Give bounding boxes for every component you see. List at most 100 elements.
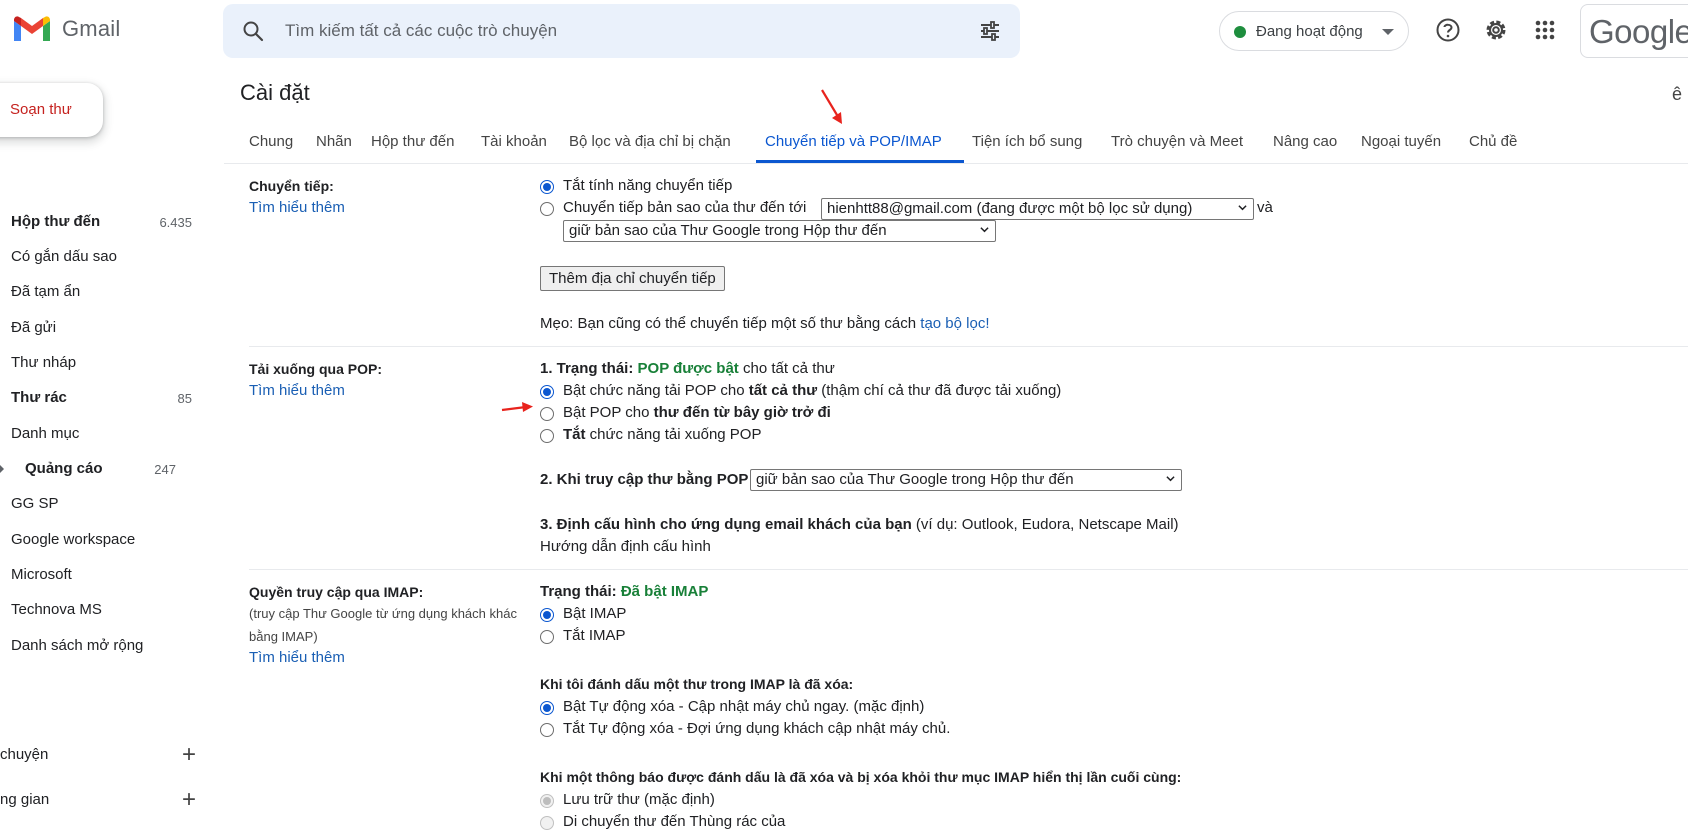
add-icon[interactable]: + — [182, 741, 196, 769]
imap-enable-radio[interactable] — [540, 608, 554, 622]
sidebar-item-snoozed[interactable]: Đã tạm ẩn — [0, 276, 208, 308]
config-instructions-link[interactable]: Hướng dẫn định cấu hình — [540, 538, 711, 555]
tune-icon[interactable] — [978, 19, 1002, 43]
chevron-down-icon — [980, 227, 989, 233]
tab-advanced[interactable]: Nâng cao — [1273, 133, 1337, 150]
pop-all-mail-radio[interactable] — [540, 385, 554, 399]
imap-status: Trạng thái: Đã bật IMAP — [540, 583, 708, 600]
sidebar-item-label: Đã gửi — [11, 319, 57, 336]
sidebar-item-label: Đã tạm ẩn — [11, 283, 81, 300]
opt-text: chức năng tải xuống POP — [589, 426, 762, 443]
active-status-dot — [1234, 26, 1246, 38]
imap-learn-more-link[interactable]: Tìm hiểu thêm — [249, 649, 345, 666]
forward-action-select[interactable]: giữ bản sao của Thư Google trong Hộp thư… — [563, 220, 996, 242]
auto-expunge-off-label: Tắt Tự động xóa - Đợi ứng dụng khách cập… — [563, 720, 951, 737]
gmail-logo[interactable]: Gmail — [12, 14, 120, 44]
sidebar-item-label: Thư nháp — [11, 354, 77, 371]
tab-general[interactable]: Chung — [249, 133, 293, 150]
sidebar-item-technova-ms[interactable]: Technova MS — [0, 594, 208, 626]
pop-access-select[interactable]: giữ bản sao của Thư Google trong Hộp thư… — [750, 469, 1182, 491]
search-input[interactable]: Tìm kiếm tất cả các cuộc trò chuyện — [285, 21, 557, 41]
chevron-down-icon — [1382, 29, 1394, 35]
section-label: ng gian — [0, 791, 50, 808]
pop-all-mail-label: Bật chức năng tải POP cho tất cả thư (th… — [563, 382, 1061, 399]
annotation-arrow-icon — [501, 402, 533, 412]
tab-themes[interactable]: Chủ đề — [1469, 133, 1517, 150]
tab-accounts[interactable]: Tài khoản — [481, 133, 547, 150]
sidebar-item-label: GG SP — [11, 495, 59, 512]
sidebar-item-promotions[interactable]: Quảng cáo 247 — [0, 453, 208, 485]
status-label: Đang hoạt động — [1256, 23, 1363, 40]
sidebar-item-drafts[interactable]: Thư nháp — [0, 347, 208, 379]
imap-deleted-heading: Khi tôi đánh dấu một thư trong IMAP là đ… — [540, 676, 854, 692]
pop-from-now-radio[interactable] — [540, 407, 554, 421]
forwarding-on-radio[interactable] — [540, 202, 554, 216]
auto-expunge-off-radio[interactable] — [540, 723, 554, 737]
help-icon[interactable] — [1434, 16, 1462, 44]
tab-inbox[interactable]: Hộp thư đến — [371, 133, 454, 150]
forwarding-off-radio[interactable] — [540, 180, 554, 194]
sidebar-item-spam[interactable]: Thư rác 85 — [0, 382, 208, 414]
tab-forwarding-pop-imap[interactable]: Chuyển tiếp và POP/IMAP — [765, 133, 942, 150]
tab-offline[interactable]: Ngoại tuyến — [1361, 133, 1441, 150]
sidebar-item-categories[interactable]: Danh mục — [0, 418, 208, 450]
move-to-trash-radio[interactable] — [540, 816, 554, 830]
sidebar-section-chat: chuyện + — [0, 739, 208, 771]
sidebar-item-inbox[interactable]: Hộp thư đến 6.435 — [0, 206, 208, 238]
edge-text: ê — [1672, 84, 1683, 104]
divider — [224, 163, 1688, 164]
sidebar-item-label: Danh sách mở rộng — [11, 637, 144, 654]
forwarding-tip: Mẹo: Bạn cũng có thể chuyển tiếp một số … — [540, 315, 990, 332]
search-icon[interactable] — [241, 19, 265, 43]
sidebar-item-gg-sp[interactable]: GG SP — [0, 488, 208, 520]
sidebar-item-starred[interactable]: Có gắn dấu sao — [0, 241, 208, 273]
chevron-down-icon — [1238, 205, 1247, 211]
tab-chat-meet[interactable]: Trò chuyện và Meet — [1111, 133, 1243, 150]
auto-expunge-on-radio[interactable] — [540, 701, 554, 715]
status-selector[interactable]: Đang hoạt động — [1219, 11, 1409, 51]
opt-bold: Tắt — [563, 426, 586, 443]
imap-disable-radio[interactable] — [540, 630, 554, 644]
tab-labels[interactable]: Nhãn — [316, 133, 352, 150]
add-icon[interactable]: + — [182, 786, 196, 814]
expand-arrow-icon[interactable] — [0, 465, 4, 473]
annotation-arrow-icon — [821, 89, 842, 124]
create-filter-link[interactable]: tạo bộ lọc! — [920, 315, 989, 332]
compose-label: Soạn thư — [10, 101, 72, 118]
chevron-down-icon — [1166, 476, 1175, 482]
pop-learn-more-link[interactable]: Tìm hiểu thêm — [249, 382, 345, 399]
tab-addons[interactable]: Tiện ích bổ sung — [972, 133, 1082, 150]
pop-disable-radio[interactable] — [540, 429, 554, 443]
apps-icon[interactable] — [1531, 16, 1559, 44]
forwarding-learn-more-link[interactable]: Tìm hiểu thêm — [249, 199, 345, 216]
sidebar-item-google-workspace[interactable]: Google workspace — [0, 524, 208, 556]
imap-title: Quyền truy cập qua IMAP: — [249, 584, 424, 600]
sidebar-item-more[interactable]: Danh sách mở rộng — [0, 630, 208, 662]
pop-access-value: giữ bản sao của Thư Google trong Hộp thư… — [756, 471, 1074, 488]
sidebar-item-label: Microsoft — [11, 566, 72, 583]
top-bar: Gmail Tìm kiếm tất cả các cuộc trò chuyệ… — [0, 0, 1688, 64]
settings-icon[interactable] — [1482, 16, 1510, 44]
pop-disable-label: Tắt chức năng tải xuống POP — [563, 426, 761, 443]
sidebar-item-microsoft[interactable]: Microsoft — [0, 559, 208, 591]
section-label: chuyện — [0, 746, 49, 763]
imap-status-value: Đã bật IMAP — [620, 583, 709, 600]
sidebar-item-label: Danh mục — [11, 425, 80, 442]
sidebar-item-sent[interactable]: Đã gửi — [0, 312, 208, 344]
opt-text: (thậm chí cả thư đã được tải xuống) — [821, 382, 1062, 399]
auto-expunge-on-label: Bật Tự động xóa - Cập nhật máy chủ ngay.… — [563, 698, 925, 715]
tab-filters[interactable]: Bộ lọc và địa chỉ bị chặn — [569, 133, 731, 150]
forward-address-select[interactable]: hienhtt88@gmail.com (đang được một bộ lọ… — [821, 198, 1254, 220]
move-to-trash-label: Di chuyển thư đến Thùng rác của — [563, 813, 786, 830]
pop-config: 3. Định cấu hình cho ứng dụng email khác… — [540, 516, 1179, 533]
pop-config-label: 3. Định cấu hình cho ứng dụng email khác… — [540, 516, 912, 533]
sidebar-item-label: Quảng cáo — [25, 460, 103, 477]
compose-button[interactable]: Soạn thư — [0, 83, 103, 137]
divider — [249, 346, 1688, 347]
add-forwarding-address-button[interactable]: Thêm địa chỉ chuyển tiếp — [540, 266, 725, 291]
google-account-logo[interactable]: Google — [1580, 4, 1688, 58]
archive-message-radio[interactable] — [540, 794, 554, 808]
sidebar-item-label: Có gắn dấu sao — [11, 248, 117, 265]
opt-text: Bật chức năng tải POP cho — [563, 382, 745, 399]
search-bar[interactable]: Tìm kiếm tất cả các cuộc trò chuyện — [223, 4, 1020, 58]
